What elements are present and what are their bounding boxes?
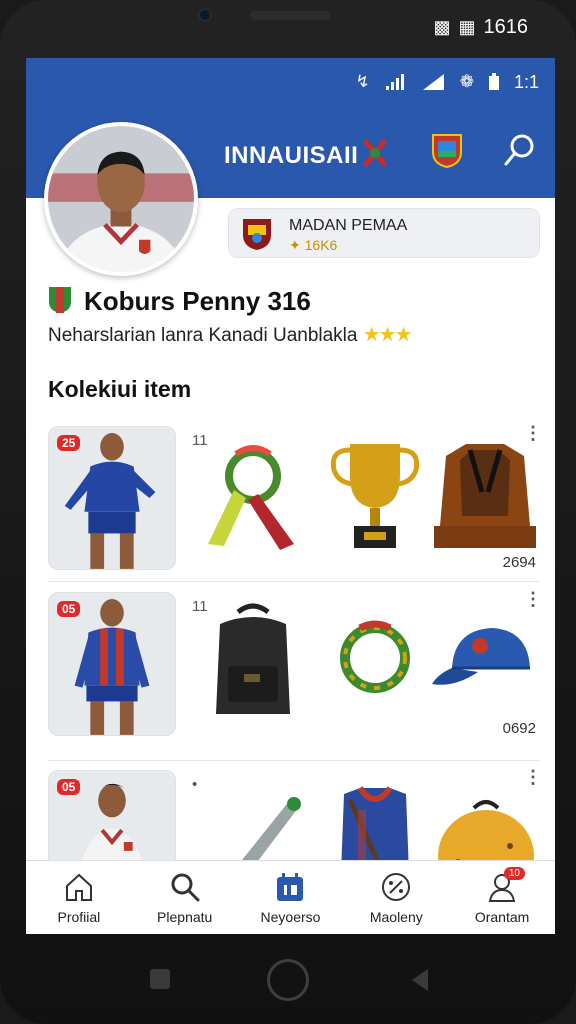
more-options-button[interactable]: ⋮ xyxy=(524,768,542,794)
signal-icon xyxy=(422,74,444,90)
nav-label: Orantam xyxy=(474,909,530,925)
front-camera xyxy=(198,8,212,22)
outer-status-bar: ▩ ▦ 1616 xyxy=(433,16,528,39)
nav-label: Profiial xyxy=(57,909,101,925)
percent-icon xyxy=(382,873,411,901)
item-value: 2694 xyxy=(502,554,536,571)
nav-item-profile[interactable]: Profiial xyxy=(26,861,132,934)
player-description-text: Neharslarian lanra Kanadi Uanblakla xyxy=(48,325,358,346)
player-photo xyxy=(48,126,194,272)
bluetooth-icon: ↯ xyxy=(355,72,370,91)
nav-item-calendar[interactable]: Neyoerso xyxy=(238,861,344,934)
club-points: ✦ 16K6 xyxy=(289,237,338,253)
signal-icon xyxy=(385,74,404,90)
backpack-icon[interactable] xyxy=(198,602,308,722)
nav-label: Neyoerso xyxy=(260,909,321,925)
earpiece-speaker xyxy=(250,11,330,20)
app-screen: ↯ ❁ 1:1 INNAUISAII MADAN PEMAA ✦ 16K6 Ko… xyxy=(26,58,555,934)
status-time: 1:1 xyxy=(513,71,539,92)
photo-icon: ▩ xyxy=(433,17,451,37)
club-crest-icon[interactable] xyxy=(430,132,464,168)
number-badge: 05 xyxy=(57,779,81,795)
collection-title: Kolekiui item xyxy=(48,376,192,402)
settings-icon: ❁ xyxy=(459,72,474,91)
player-name: Koburs Penny 316 xyxy=(84,286,311,316)
home-button[interactable] xyxy=(267,959,309,1001)
search-icon xyxy=(171,873,200,902)
ribbon-badge-icon[interactable] xyxy=(360,138,390,168)
calendar-icon xyxy=(277,873,304,901)
row-divider xyxy=(48,760,540,761)
wreath-icon[interactable] xyxy=(320,602,430,722)
club-name: MADAN PEMAA xyxy=(289,217,408,234)
rating-stars: ★★★ xyxy=(362,324,413,346)
row-divider xyxy=(48,581,540,582)
number-badge: 05 xyxy=(57,601,81,617)
list-item[interactable]: 25 11 ⋮ 2694 xyxy=(48,424,542,576)
scarf-wreath-icon[interactable] xyxy=(198,436,308,556)
search-icon[interactable] xyxy=(502,132,538,168)
phone-top-bezel: ▩ ▦ 1616 xyxy=(0,0,576,60)
sim-icon: ▦ xyxy=(458,17,476,37)
item-count: • xyxy=(192,776,198,793)
jersey-display-icon[interactable] xyxy=(430,436,540,556)
phone-bottom-bezel xyxy=(0,934,576,1024)
nav-item-account[interactable]: 10 Orantam xyxy=(449,861,555,934)
notification-badge: 10 xyxy=(503,867,525,880)
nav-label: Maoleny xyxy=(369,909,423,925)
avatar[interactable] xyxy=(44,122,198,276)
player-card[interactable]: 05 xyxy=(48,592,176,736)
more-options-button[interactable]: ⋮ xyxy=(524,424,542,450)
nav-label: Plepnatu xyxy=(157,909,213,925)
bottom-nav: Profiial Plepnatu Neyoerso Maoleny 10 Or… xyxy=(26,860,555,934)
status-bar: ↯ ❁ 1:1 xyxy=(26,58,555,106)
trophy-icon[interactable] xyxy=(320,436,430,556)
back-button[interactable] xyxy=(412,969,428,991)
number-badge: 25 xyxy=(57,435,81,451)
club-card[interactable]: MADAN PEMAA ✦ 16K6 xyxy=(228,208,540,258)
outer-status-time: 1616 xyxy=(483,16,529,38)
player-description: Neharslarian lanra Kanadi Uanblakla ★★★ xyxy=(48,322,413,347)
recent-apps-button[interactable] xyxy=(150,969,170,989)
cap-icon[interactable] xyxy=(430,602,540,722)
nav-item-discount[interactable]: Maoleny xyxy=(343,861,449,934)
club-crest-icon xyxy=(243,219,271,250)
battery-icon xyxy=(488,73,499,90)
list-item[interactable]: 05 11 ⋮ 0692 xyxy=(48,590,542,742)
nav-item-search[interactable]: Plepnatu xyxy=(132,861,238,934)
phone-frame: ▩ ▦ 1616 ↯ ❁ 1:1 INNAUISAII MADAN PEMAA … xyxy=(0,0,576,1024)
home-icon xyxy=(65,873,92,901)
player-card[interactable]: 25 xyxy=(48,426,176,570)
item-value: 0692 xyxy=(502,720,536,737)
app-title: INNAUISAII xyxy=(224,142,359,169)
more-options-button[interactable]: ⋮ xyxy=(524,590,542,616)
country-flag-icon xyxy=(49,287,71,313)
